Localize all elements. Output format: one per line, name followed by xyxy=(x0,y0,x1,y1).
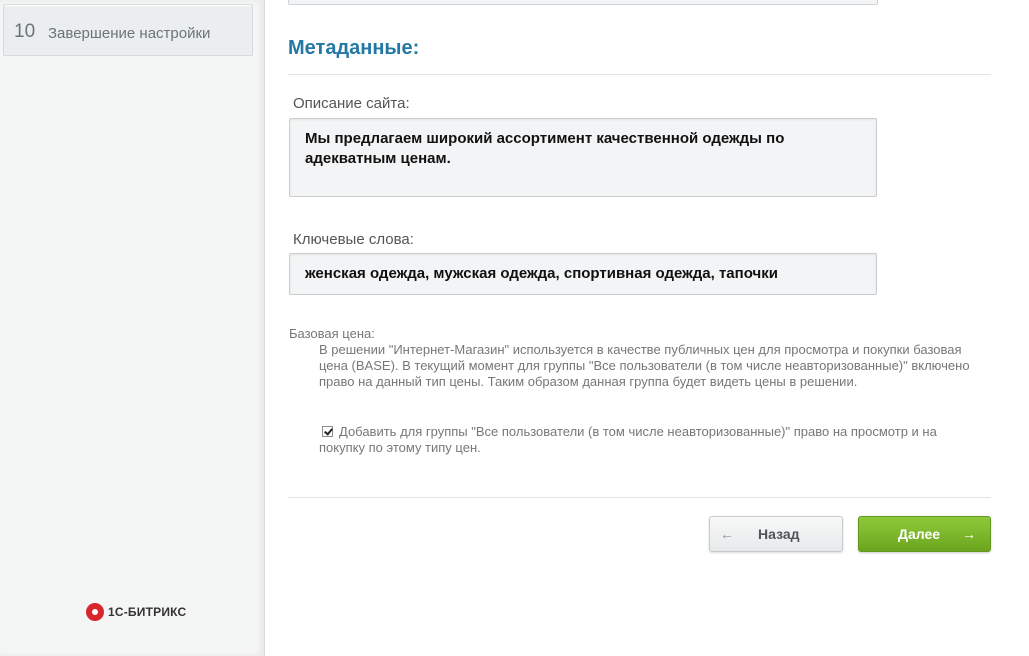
previous-field[interactable] xyxy=(288,0,878,5)
base-price-checkbox[interactable] xyxy=(322,426,333,437)
site-description-label: Описание сайта: xyxy=(293,95,410,112)
bitrix-logo: 1С-БИТРИКС xyxy=(86,603,186,621)
keywords-input[interactable]: женская одежда, мужская одежда, спортивн… xyxy=(289,253,877,295)
divider-bottom xyxy=(288,497,991,498)
wizard-step-10[interactable]: 10 Завершение настройки xyxy=(3,4,253,56)
base-price-label: Базовая цена: xyxy=(289,326,375,341)
main-content: Метаданные: Описание сайта: Мы предлагае… xyxy=(266,0,1029,656)
site-description-textarea[interactable]: Мы предлагаем широкий ассортимент качест… xyxy=(289,118,877,197)
bitrix-logo-text: 1С-БИТРИКС xyxy=(108,605,187,619)
back-button[interactable]: ← Назад xyxy=(709,516,843,552)
arrow-right-icon: → xyxy=(962,526,976,542)
base-price-description: В решении "Интернет-Магазин" используетс… xyxy=(319,342,970,389)
sidebar: 10 Завершение настройки 1С-БИТРИКС xyxy=(0,0,265,656)
step-label: Завершение настройки xyxy=(48,25,211,42)
divider xyxy=(288,74,991,75)
arrow-left-icon: ← xyxy=(720,526,734,542)
base-price-checkbox-label[interactable]: Добавить для группы "Все пользователи (в… xyxy=(319,424,937,455)
next-button-label: Далее xyxy=(898,526,941,542)
bitrix-logo-icon xyxy=(86,603,104,621)
base-price-checkbox-row: Добавить для группы "Все пользователи (в… xyxy=(319,424,979,456)
back-button-label: Назад xyxy=(758,526,800,542)
section-title: Метаданные: xyxy=(288,37,420,59)
step-number: 10 xyxy=(14,21,36,42)
next-button[interactable]: Далее → xyxy=(858,516,991,552)
keywords-label: Ключевые слова: xyxy=(293,231,414,248)
